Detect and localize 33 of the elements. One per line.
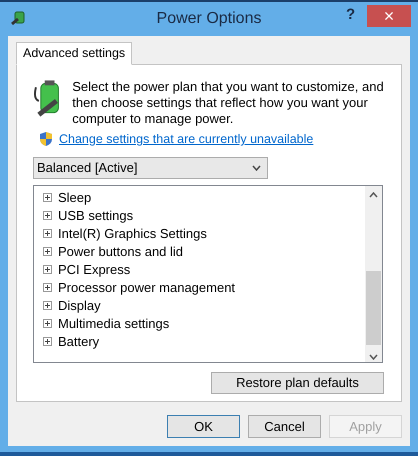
expand-icon[interactable] — [43, 337, 52, 346]
dialog-button[interactable]: OK — [167, 415, 240, 438]
chevron-down-icon — [252, 164, 261, 171]
expand-icon[interactable] — [43, 283, 52, 292]
expand-icon[interactable] — [43, 229, 52, 238]
tree-item[interactable]: Battery — [58, 332, 100, 352]
restore-defaults-button[interactable]: Restore plan defaults — [211, 372, 384, 394]
scroll-down-icon[interactable] — [369, 354, 378, 360]
expand-icon[interactable] — [43, 247, 52, 256]
tree-item[interactable]: USB settings — [58, 206, 134, 226]
tree-item[interactable]: Power buttons and lid — [58, 242, 184, 262]
tree-item[interactable]: Processor power management — [58, 278, 236, 298]
plan-dropdown[interactable]: Balanced [Active] — [33, 156, 268, 179]
scrollbar-thumb[interactable] — [366, 270, 381, 345]
shield-icon — [39, 131, 53, 148]
tree-item[interactable]: PCI Express — [58, 260, 130, 280]
expand-icon[interactable] — [43, 265, 52, 274]
tree-item[interactable]: Intel(R) Graphics Settings — [58, 224, 207, 244]
expand-icon[interactable] — [43, 301, 52, 310]
tree-item[interactable]: Multimedia settings — [58, 314, 170, 334]
window-title: Power Options — [156, 9, 262, 29]
help-button[interactable]: ? — [346, 4, 356, 26]
expand-icon[interactable] — [43, 193, 52, 202]
scroll-up-icon[interactable] — [369, 192, 378, 198]
expand-icon[interactable] — [43, 319, 52, 328]
tab[interactable]: Advanced settings — [16, 42, 132, 65]
close-button[interactable]: × — [367, 5, 411, 27]
expand-icon[interactable] — [43, 211, 52, 220]
change-settings-link[interactable]: Change settings that are currently unavailable — [59, 130, 314, 149]
dialog-button[interactable]: Cancel — [248, 415, 321, 438]
tree-item[interactable]: Display — [58, 296, 101, 316]
description-text: Select the power plan that you want to customize, and then choose settings that reflect how you want your computer to manage power. — [72, 79, 385, 127]
tree-item[interactable]: Sleep — [58, 188, 92, 208]
